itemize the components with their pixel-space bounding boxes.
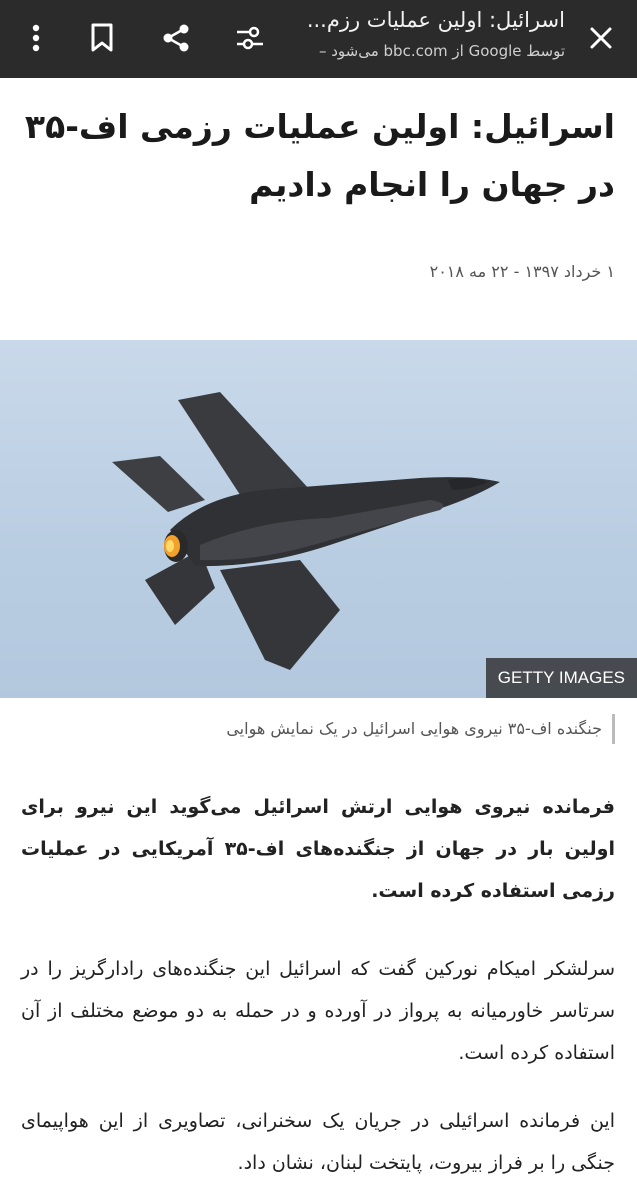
article-headline: اسرائیل: اولین عملیات رزمی اف-۳۵ در جهان… [24, 107, 615, 204]
top-app-bar: اسرائیل: اولین عملیات رزم... توسط Google… [0, 0, 637, 78]
image-credit: GETTY IMAGES [485, 658, 637, 698]
more-vert-icon[interactable] [12, 14, 60, 62]
image-caption: جنگنده اف-۳۵ نیروی هوایی اسرائیل در یک ن… [21, 714, 615, 744]
article-hero-image: GETTY IMAGES [0, 340, 637, 698]
close-icon[interactable] [577, 14, 625, 62]
toolbar-subtitle: توسط Google از bbc.com می‌شود – [318, 42, 565, 60]
fighter-jet-illustration [112, 392, 500, 670]
article-paragraph-lead: فرمانده نیروی هوایی ارتش اسرائیل می‌گوید… [21, 796, 615, 902]
article-paragraph: این فرمانده اسرائیلی در جریان یک سخنرانی… [21, 1110, 615, 1174]
share-icon[interactable] [152, 14, 200, 62]
toolbar-title: اسرائیل: اولین عملیات رزم... [306, 8, 565, 32]
article-date: ۱ خرداد ۱۳۹۷ - ۲۲ مه ۲۰۱۸ [429, 262, 615, 281]
bookmark-icon[interactable] [78, 14, 126, 62]
article-paragraph: سرلشکر امیکام نورکین گفت که اسرائیل این … [21, 958, 615, 1064]
